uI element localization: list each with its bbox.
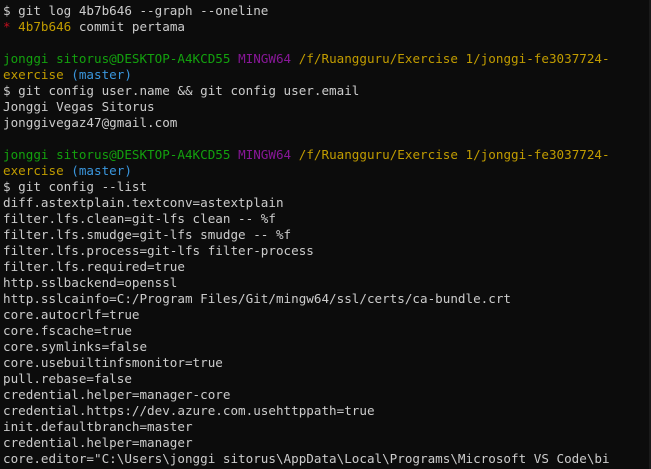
text-segment: filter.lfs.required=true	[3, 259, 185, 274]
output-line: core.autocrlf=true	[3, 307, 651, 323]
text-segment	[3, 131, 11, 146]
output-line: http.sslbackend=openssl	[3, 275, 651, 291]
text-segment: core.usebuiltinfsmonitor=true	[3, 355, 223, 370]
text-segment: *	[3, 19, 19, 34]
text-segment: filter.lfs.process=git-lfs filter-proces…	[3, 243, 314, 258]
output-line: filter.lfs.clean=git-lfs clean -- %f	[3, 211, 651, 227]
blank-line	[3, 35, 651, 51]
text-segment: commit pertama	[71, 19, 185, 34]
output-line: diff.astextplain.textconv=astextplain	[3, 195, 651, 211]
output-line: credential.helper=manager	[3, 435, 651, 451]
text-segment	[230, 51, 238, 66]
text-segment	[291, 147, 299, 162]
text-segment	[291, 51, 299, 66]
log-entry: * 4b7b646 commit pertama	[3, 19, 651, 35]
text-segment: jonggi sitorus@DESKTOP-A4KCD55	[3, 51, 231, 66]
text-segment: core.fscache=true	[3, 323, 132, 338]
output-line: filter.lfs.required=true	[3, 259, 651, 275]
text-segment: init.defaultbranch=master	[3, 419, 193, 434]
text-segment: 4b7b646	[18, 19, 72, 34]
text-segment: $ git config user.name && git config use…	[3, 83, 360, 98]
command-line: $ git log 4b7b646 --graph --oneline	[3, 3, 651, 19]
output-line: http.sslcainfo=C:/Program Files/Git/ming…	[3, 291, 651, 307]
text-segment: (master)	[71, 67, 132, 82]
output-line: core.usebuiltinfsmonitor=true	[3, 355, 651, 371]
text-segment: MINGW64	[238, 147, 292, 162]
prompt-line-cont: exercise (master)	[3, 163, 651, 179]
output-line: filter.lfs.smudge=git-lfs smudge -- %f	[3, 227, 651, 243]
text-segment: $ git log 4b7b646 --graph --oneline	[3, 3, 269, 18]
output-line: core.editor="C:\Users\jonggi sitorus\App…	[3, 451, 651, 467]
text-segment: Jonggi Vegas Sitorus	[3, 99, 155, 114]
output-line: credential.helper=manager-core	[3, 387, 651, 403]
text-segment: /f/Ruangguru/Exercise 1/jonggi-fe3037724…	[298, 147, 610, 162]
text-segment: core.editor="C:\Users\jonggi sitorus\App…	[3, 451, 610, 466]
prompt-line-cont: exercise (master)	[3, 67, 651, 83]
text-segment: credential.https://dev.azure.com.usehttp…	[3, 403, 375, 418]
text-segment: (master)	[71, 163, 132, 178]
text-segment: exercise	[3, 67, 64, 82]
output-line: core.symlinks=false	[3, 339, 651, 355]
text-segment	[3, 35, 11, 50]
text-segment	[230, 147, 238, 162]
text-segment: /f/Ruangguru/Exercise 1/jonggi-fe3037724…	[298, 51, 610, 66]
text-segment: core.symlinks=false	[3, 339, 148, 354]
text-segment: filter.lfs.clean=git-lfs clean -- %f	[3, 211, 276, 226]
terminal-window[interactable]: $ git log 4b7b646 --graph --oneline * 4b7…	[0, 0, 651, 469]
blank-line	[3, 131, 651, 147]
output-line: filter.lfs.process=git-lfs filter-proces…	[3, 243, 651, 259]
text-segment: jonggivegaz47@gmail.com	[3, 115, 178, 130]
text-segment: credential.helper=manager	[3, 435, 193, 450]
text-segment: http.sslcainfo=C:/Program Files/Git/ming…	[3, 291, 511, 306]
output-line: init.defaultbranch=master	[3, 419, 651, 435]
command-line: $ git config user.name && git config use…	[3, 83, 651, 99]
output-line: credential.https://dev.azure.com.usehttp…	[3, 403, 651, 419]
text-segment: credential.helper=manager-core	[3, 387, 231, 402]
text-segment: filter.lfs.smudge=git-lfs smudge -- %f	[3, 227, 292, 242]
prompt-line: jonggi sitorus@DESKTOP-A4KCD55 MINGW64 /…	[3, 147, 651, 163]
text-segment: core.autocrlf=true	[3, 307, 140, 322]
prompt-line: jonggi sitorus@DESKTOP-A4KCD55 MINGW64 /…	[3, 51, 651, 67]
text-segment: http.sslbackend=openssl	[3, 275, 178, 290]
text-segment: diff.astextplain.textconv=astextplain	[3, 195, 284, 210]
text-segment: $ git config --list	[3, 179, 148, 194]
text-segment: exercise	[3, 163, 64, 178]
output-line: jonggivegaz47@gmail.com	[3, 115, 651, 131]
text-segment: MINGW64	[238, 51, 292, 66]
output-line: core.fscache=true	[3, 323, 651, 339]
command-line: $ git config --list	[3, 179, 651, 195]
text-segment: jonggi sitorus@DESKTOP-A4KCD55	[3, 147, 231, 162]
text-segment: pull.rebase=false	[3, 371, 132, 386]
output-line: pull.rebase=false	[3, 371, 651, 387]
output-line: Jonggi Vegas Sitorus	[3, 99, 651, 115]
